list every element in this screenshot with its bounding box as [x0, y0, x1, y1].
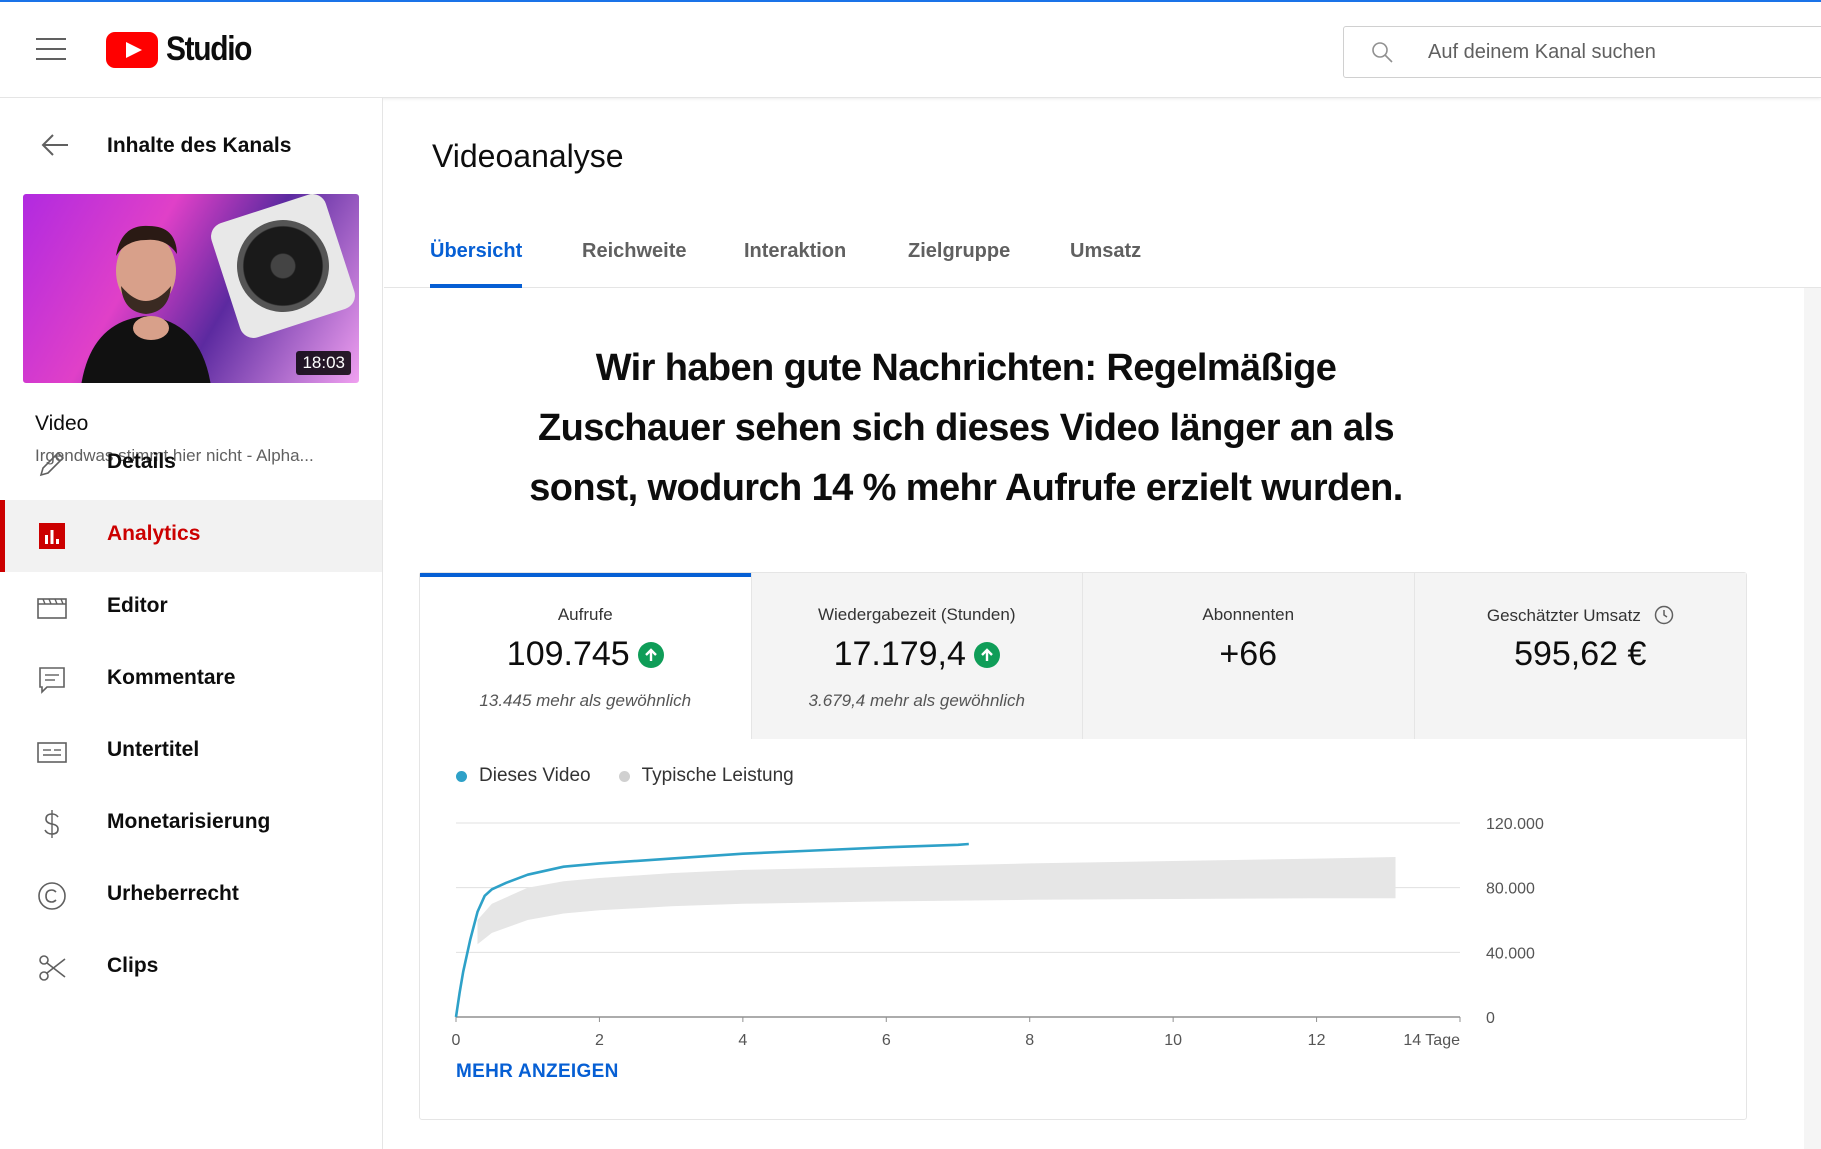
- metric-label: Abonnenten: [1202, 605, 1295, 624]
- legend-this-video: Dieses Video: [456, 765, 591, 787]
- sidebar-item-label: Urheberrecht: [107, 882, 239, 905]
- x-tick-label: 12: [1308, 1032, 1326, 1049]
- tab-reach[interactable]: Reichweite: [582, 240, 686, 288]
- metric-subscribers[interactable]: Abonnenten +66: [1083, 573, 1415, 739]
- tab-revenue[interactable]: Umsatz: [1070, 240, 1141, 288]
- sidebar-item-label: Kommentare: [107, 666, 236, 689]
- analytics-icon: [39, 523, 65, 549]
- sidebar-item-clips[interactable]: Clips: [0, 932, 382, 1004]
- trend-up-icon: [637, 641, 664, 668]
- sidebar-item-label: Analytics: [107, 522, 201, 545]
- main-content: Videoanalyse Übersicht Reichweite Intera…: [384, 98, 1821, 1149]
- metric-value: 595,62 €: [1514, 635, 1647, 673]
- comments-icon: [39, 667, 65, 694]
- legend-label: Typische Leistung: [641, 765, 794, 786]
- legend-label: Dieses Video: [479, 765, 591, 786]
- y-tick-label: 0: [1486, 1010, 1495, 1027]
- tab-engagement[interactable]: Interaktion: [744, 240, 846, 288]
- youtube-play-icon: [106, 31, 158, 68]
- insight-headline: Wir haben gute Nachrichten: Regelmäßige …: [529, 347, 1403, 509]
- chart-legend: Dieses Video Typische Leistung: [456, 765, 794, 787]
- legend-dot-icon: [618, 770, 630, 782]
- metric-note: 3.679,4 mehr als gewöhnlich: [808, 691, 1025, 710]
- search-input[interactable]: [1428, 40, 1808, 64]
- tab-bar: Übersicht Reichweite Interaktion Zielgru…: [384, 230, 1821, 288]
- typical-performance-band: [477, 857, 1396, 945]
- metric-value: 109.745: [506, 635, 630, 673]
- pc-fan-image: [207, 194, 359, 342]
- back-label: Inhalte des Kanals: [107, 134, 292, 157]
- sidebar-item-comments[interactable]: Kommentare: [0, 644, 382, 716]
- sidebar-item-editor[interactable]: Editor: [0, 572, 382, 644]
- x-tick-label: 8: [1025, 1032, 1034, 1049]
- editor-icon: [37, 598, 67, 619]
- sidebar-item-label: Details: [107, 450, 176, 473]
- metric-value-row: +66: [1083, 635, 1414, 674]
- metric-value: +66: [1219, 635, 1278, 673]
- x-tick-label: 6: [882, 1032, 891, 1049]
- presenter-figure: [81, 225, 211, 383]
- logo-text: Studio: [166, 30, 252, 68]
- metric-watch-time[interactable]: Wiedergabezeit (Stunden) 17.179,4 3.679,…: [751, 573, 1083, 739]
- dollar-icon: [44, 810, 59, 838]
- views-chart: 0 40.000 80.000 120.000 0 2 4 6 8 10 12 14 Tage: [452, 816, 1544, 1049]
- sidebar: Inhalte des Kanals 18:03 Video Irgendwas…: [0, 98, 383, 1149]
- search-box[interactable]: [1343, 26, 1821, 78]
- menu-icon[interactable]: [36, 38, 66, 62]
- tab-audience[interactable]: Zielgruppe: [908, 240, 1010, 288]
- top-bar: Studio: [0, 0, 1821, 98]
- video-thumbnail[interactable]: 18:03: [23, 194, 359, 383]
- back-arrow-icon: [41, 134, 68, 156]
- metric-label-row: Geschätzter Umsatz: [1415, 605, 1747, 626]
- subtitles-icon: [37, 742, 67, 763]
- sidebar-item-subtitles[interactable]: Untertitel: [0, 716, 382, 788]
- back-to-channel-content[interactable]: Inhalte des Kanals: [0, 118, 383, 172]
- x-tick-label: 0: [452, 1032, 461, 1049]
- legend-typical: Typische Leistung: [618, 765, 794, 787]
- scissors-icon: [39, 955, 66, 981]
- sidebar-item-label: Editor: [107, 594, 168, 617]
- y-tick-label: 80.000: [1486, 881, 1535, 898]
- metric-revenue[interactable]: Geschätzter Umsatz 595,62 €: [1414, 573, 1747, 739]
- youtube-studio-logo[interactable]: Studio: [106, 30, 263, 69]
- metric-label: Wiedergabezeit (Stunden): [817, 605, 1016, 624]
- sidebar-item-label: Clips: [107, 954, 159, 977]
- metric-value: 17.179,4: [833, 635, 966, 673]
- copyright-icon: [38, 882, 66, 910]
- search-icon[interactable]: [1370, 40, 1394, 64]
- video-duration: 18:03: [296, 351, 351, 375]
- sidebar-item-label: Untertitel: [107, 738, 200, 761]
- metric-value-row: 17.179,4: [752, 635, 1083, 674]
- analytics-card: Aufrufe 109.745 13.445 mehr als gewöhnli…: [419, 572, 1747, 1120]
- y-tick-label: 120.000: [1486, 816, 1544, 833]
- tab-overview[interactable]: Übersicht: [430, 240, 523, 288]
- metric-value-row: 595,62 €: [1415, 635, 1747, 674]
- metric-value-row: 109.745: [420, 635, 751, 674]
- page-title: Videoanalyse: [432, 138, 624, 174]
- y-tick-label: 40.000: [1486, 945, 1535, 962]
- sidebar-item-monetization[interactable]: Monetarisierung: [0, 788, 382, 860]
- sidebar-item-analytics[interactable]: Analytics: [0, 500, 382, 572]
- show-more-button[interactable]: MEHR ANZEIGEN: [456, 1061, 619, 1083]
- metric-note: 13.445 mehr als gewöhnlich: [479, 691, 692, 710]
- x-tick-label: 14 Tage: [1403, 1032, 1460, 1049]
- clock-icon: [1654, 605, 1673, 625]
- metric-label: Aufrufe: [557, 605, 613, 624]
- x-tick-label: 2: [595, 1032, 604, 1049]
- trend-up-icon: [973, 641, 1000, 668]
- x-tick-label: 10: [1164, 1032, 1182, 1049]
- x-tick-label: 4: [738, 1032, 747, 1049]
- legend-dot-icon: [456, 770, 467, 782]
- sidebar-item-label: Monetarisierung: [107, 810, 271, 833]
- metric-label: Geschätzter Umsatz: [1486, 606, 1641, 625]
- sidebar-item-copyright[interactable]: Urheberrecht: [0, 860, 382, 932]
- scroll-track[interactable]: [1804, 288, 1821, 1149]
- metric-views[interactable]: Aufrufe 109.745 13.445 mehr als gewöhnli…: [420, 573, 752, 739]
- sidebar-item-details[interactable]: Details: [0, 428, 382, 500]
- pencil-icon: [39, 451, 65, 477]
- metric-tabs: Aufrufe 109.745 13.445 mehr als gewöhnli…: [420, 573, 1746, 739]
